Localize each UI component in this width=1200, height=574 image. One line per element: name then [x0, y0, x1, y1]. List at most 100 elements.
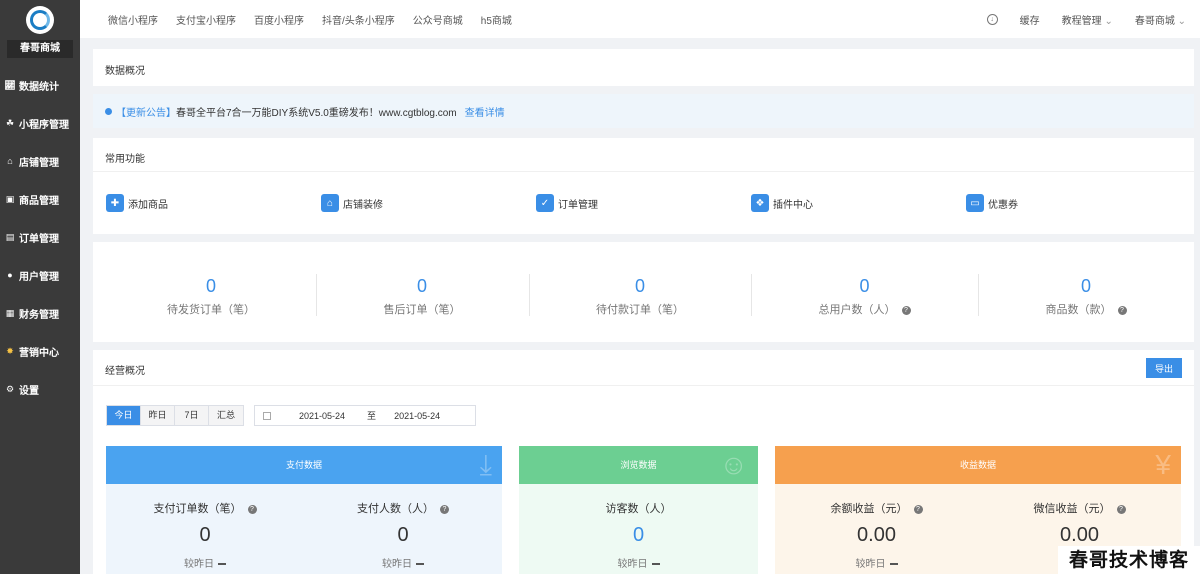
- stat-value: 0: [416, 276, 427, 296]
- stat-pending-payment[interactable]: 0 待付款订单（笔）: [529, 242, 751, 317]
- stat-label: 待付款订单（笔）: [596, 304, 684, 316]
- sidebar-item-label: 设置: [19, 385, 39, 397]
- func-label: 插件中心: [773, 199, 813, 211]
- flat-trend-icon: [218, 563, 226, 566]
- func-label: 添加商品: [128, 199, 168, 211]
- download-icon[interactable]: ↓: [986, 13, 998, 25]
- stat-value: 0: [859, 276, 870, 296]
- finance-icon: ▦: [5, 307, 15, 318]
- notice-details-link[interactable]: 查看详情: [465, 104, 505, 119]
- help-icon[interactable]: ?: [440, 504, 449, 514]
- sidebar-item-settings[interactable]: ⚙︎ 设置: [0, 370, 80, 408]
- notice-tag: 【更新公告】: [116, 107, 176, 119]
- help-icon[interactable]: ?: [247, 504, 257, 514]
- metric-compare: 较昨日: [382, 559, 412, 570]
- range-today[interactable]: 今日: [107, 406, 141, 425]
- chevron-down-icon: ⌄: [1104, 15, 1113, 27]
- browse-card: 浏览数据 ☺ 访客数（人） 0 较昨日: [519, 446, 758, 574]
- shop-icon: ⌂: [7, 156, 13, 166]
- notice-dot-icon: [105, 107, 112, 115]
- metric-label: 微信收益（元）: [1033, 503, 1111, 515]
- stat-value: 0: [205, 276, 216, 296]
- notice-text: 春哥全平台7合一万能DIY系统V5.0重磅发布！www.cgtblog.com: [176, 107, 457, 119]
- stat-label-wrap: 商品数（款）?: [978, 301, 1194, 317]
- nav-douyin[interactable]: 抖音/头条小程序: [322, 12, 395, 27]
- range-summary[interactable]: 汇总: [209, 406, 243, 425]
- func-label: 优惠券: [988, 199, 1018, 211]
- func-add-goods[interactable]: ✚ 添加商品: [106, 194, 321, 212]
- sidebar-item-miniapp[interactable]: ☘ 小程序管理: [0, 104, 80, 142]
- func-plugin-center[interactable]: ❖ 插件中心: [751, 194, 966, 212]
- miniapp-icon: ☘: [5, 117, 15, 128]
- chart-icon: 📈︎: [4, 79, 16, 90]
- users-icon: ☺: [719, 449, 748, 480]
- shop-menu[interactable]: 春哥商城 ⌄: [1135, 12, 1186, 27]
- nav-h5[interactable]: h5商城: [481, 12, 512, 27]
- marketing-icon: ✸: [6, 345, 14, 356]
- tutorial-label: 教程管理: [1061, 15, 1102, 27]
- stat-aftersale[interactable]: 0 售后订单（笔）: [316, 242, 528, 317]
- func-order-management[interactable]: ✓ 订单管理: [536, 194, 751, 212]
- sidebar-item-marketing[interactable]: ✸ 营销中心: [0, 332, 80, 370]
- sidebar-item-label: 店铺管理: [19, 157, 59, 169]
- stat-total-users[interactable]: 0 总用户数（人）?: [751, 242, 978, 317]
- metric-compare: 较昨日: [855, 559, 886, 570]
- sidebar: 春哥商城 📈︎ 数据统计 ☘ 小程序管理 ⌂ 店铺管理 ▣ 商品管理 ▤ 订单管理 ● 用户…: [0, 0, 80, 574]
- date-separator: 至: [367, 411, 377, 421]
- sidebar-item-orders[interactable]: ▤ 订单管理: [0, 218, 80, 256]
- nav-alipay[interactable]: 支付宝小程序: [176, 12, 236, 27]
- logo[interactable]: [26, 6, 54, 34]
- top-right-actions: ↓ 缓存 教程管理 ⌄ 春哥商城 ⌄: [965, 0, 1186, 38]
- export-button[interactable]: 导出: [1146, 358, 1182, 378]
- stat-value: 0: [1080, 276, 1091, 296]
- sidebar-item-shop[interactable]: ⌂ 店铺管理: [0, 142, 80, 180]
- sidebar-item-goods[interactable]: ▣ 商品管理: [0, 180, 80, 218]
- date-start: 2021-05-24: [299, 410, 346, 421]
- flat-trend-icon: [651, 563, 660, 566]
- sidebar-item-finance[interactable]: ▦ 财务管理: [0, 294, 80, 332]
- metric-paid-orders: 支付订单数（笔）? 0 较昨日: [106, 484, 304, 574]
- help-icon[interactable]: ?: [1116, 504, 1126, 514]
- nav-official-account[interactable]: 公众号商城: [413, 12, 463, 27]
- help-icon[interactable]: ?: [901, 305, 911, 315]
- sidebar-item-label: 商品管理: [19, 195, 59, 207]
- stat-value: 0: [634, 276, 645, 296]
- download-icon: ⤓: [479, 449, 492, 480]
- common-functions: ✚ 添加商品 ⌂ 店铺装修 ✓ 订单管理 ❖ 插件中心 ▭ 优惠券: [106, 194, 1116, 212]
- tutorial-menu[interactable]: 教程管理 ⌄: [1062, 12, 1113, 27]
- calendar-icon: [263, 411, 271, 420]
- nav-baidu[interactable]: 百度小程序: [254, 12, 304, 27]
- browse-card-title: 浏览数据: [620, 460, 657, 470]
- date-range-picker[interactable]: 2021-05-24 至 2021-05-24: [254, 405, 476, 426]
- date-end: 2021-05-24: [394, 410, 441, 421]
- cache-button[interactable]: 缓存: [1020, 12, 1040, 27]
- nav-wechat[interactable]: 微信小程序: [108, 12, 158, 27]
- func-coupon[interactable]: ▭ 优惠券: [966, 194, 1116, 212]
- notice-bar: 【更新公告】 春哥全平台7合一万能DIY系统V5.0重磅发布！www.cgtbl…: [93, 94, 1194, 128]
- metric-label: 支付人数（人）: [357, 503, 434, 515]
- func-shop-decoration[interactable]: ⌂ 店铺装修: [321, 194, 536, 212]
- help-icon[interactable]: ?: [1117, 305, 1127, 315]
- range-7days[interactable]: 7日: [175, 406, 209, 425]
- range-yesterday[interactable]: 昨日: [141, 406, 175, 425]
- business-panel: 经营概况 导出 今日 昨日 7日 汇总 2021-05-24 至 2021-05…: [93, 350, 1194, 574]
- stat-label-wrap: 总用户数（人）?: [751, 301, 978, 317]
- sidebar-item-label: 用户管理: [19, 271, 59, 283]
- stat-goods-count[interactable]: 0 商品数（款）?: [978, 242, 1194, 317]
- metric-balance-revenue: 余额收益（元）? 0.00 较昨日: [775, 484, 978, 574]
- sidebar-item-label: 营销中心: [19, 347, 59, 359]
- help-icon[interactable]: ?: [913, 504, 923, 514]
- sidebar-item-users[interactable]: ● 用户管理: [0, 256, 80, 294]
- metric-value: 0: [199, 524, 211, 546]
- payment-card-title: 支付数据: [285, 460, 322, 470]
- shop-name: 春哥商城: [7, 40, 73, 58]
- stat-pending-shipment[interactable]: 0 待发货订单（笔）: [106, 242, 316, 317]
- order-icon: ▤: [5, 231, 15, 242]
- home-icon: ⌂: [321, 194, 339, 212]
- payment-card: 支付数据 ⤓ 支付订单数（笔）? 0 较昨日 支付人数（人）? 0 较昨日: [106, 446, 502, 574]
- metric-value: 0.00: [1060, 524, 1099, 546]
- metric-value: 0: [632, 524, 645, 546]
- func-label: 订单管理: [558, 199, 598, 211]
- sidebar-item-label: 订单管理: [19, 233, 59, 245]
- sidebar-item-statistics[interactable]: 📈︎ 数据统计: [0, 66, 80, 104]
